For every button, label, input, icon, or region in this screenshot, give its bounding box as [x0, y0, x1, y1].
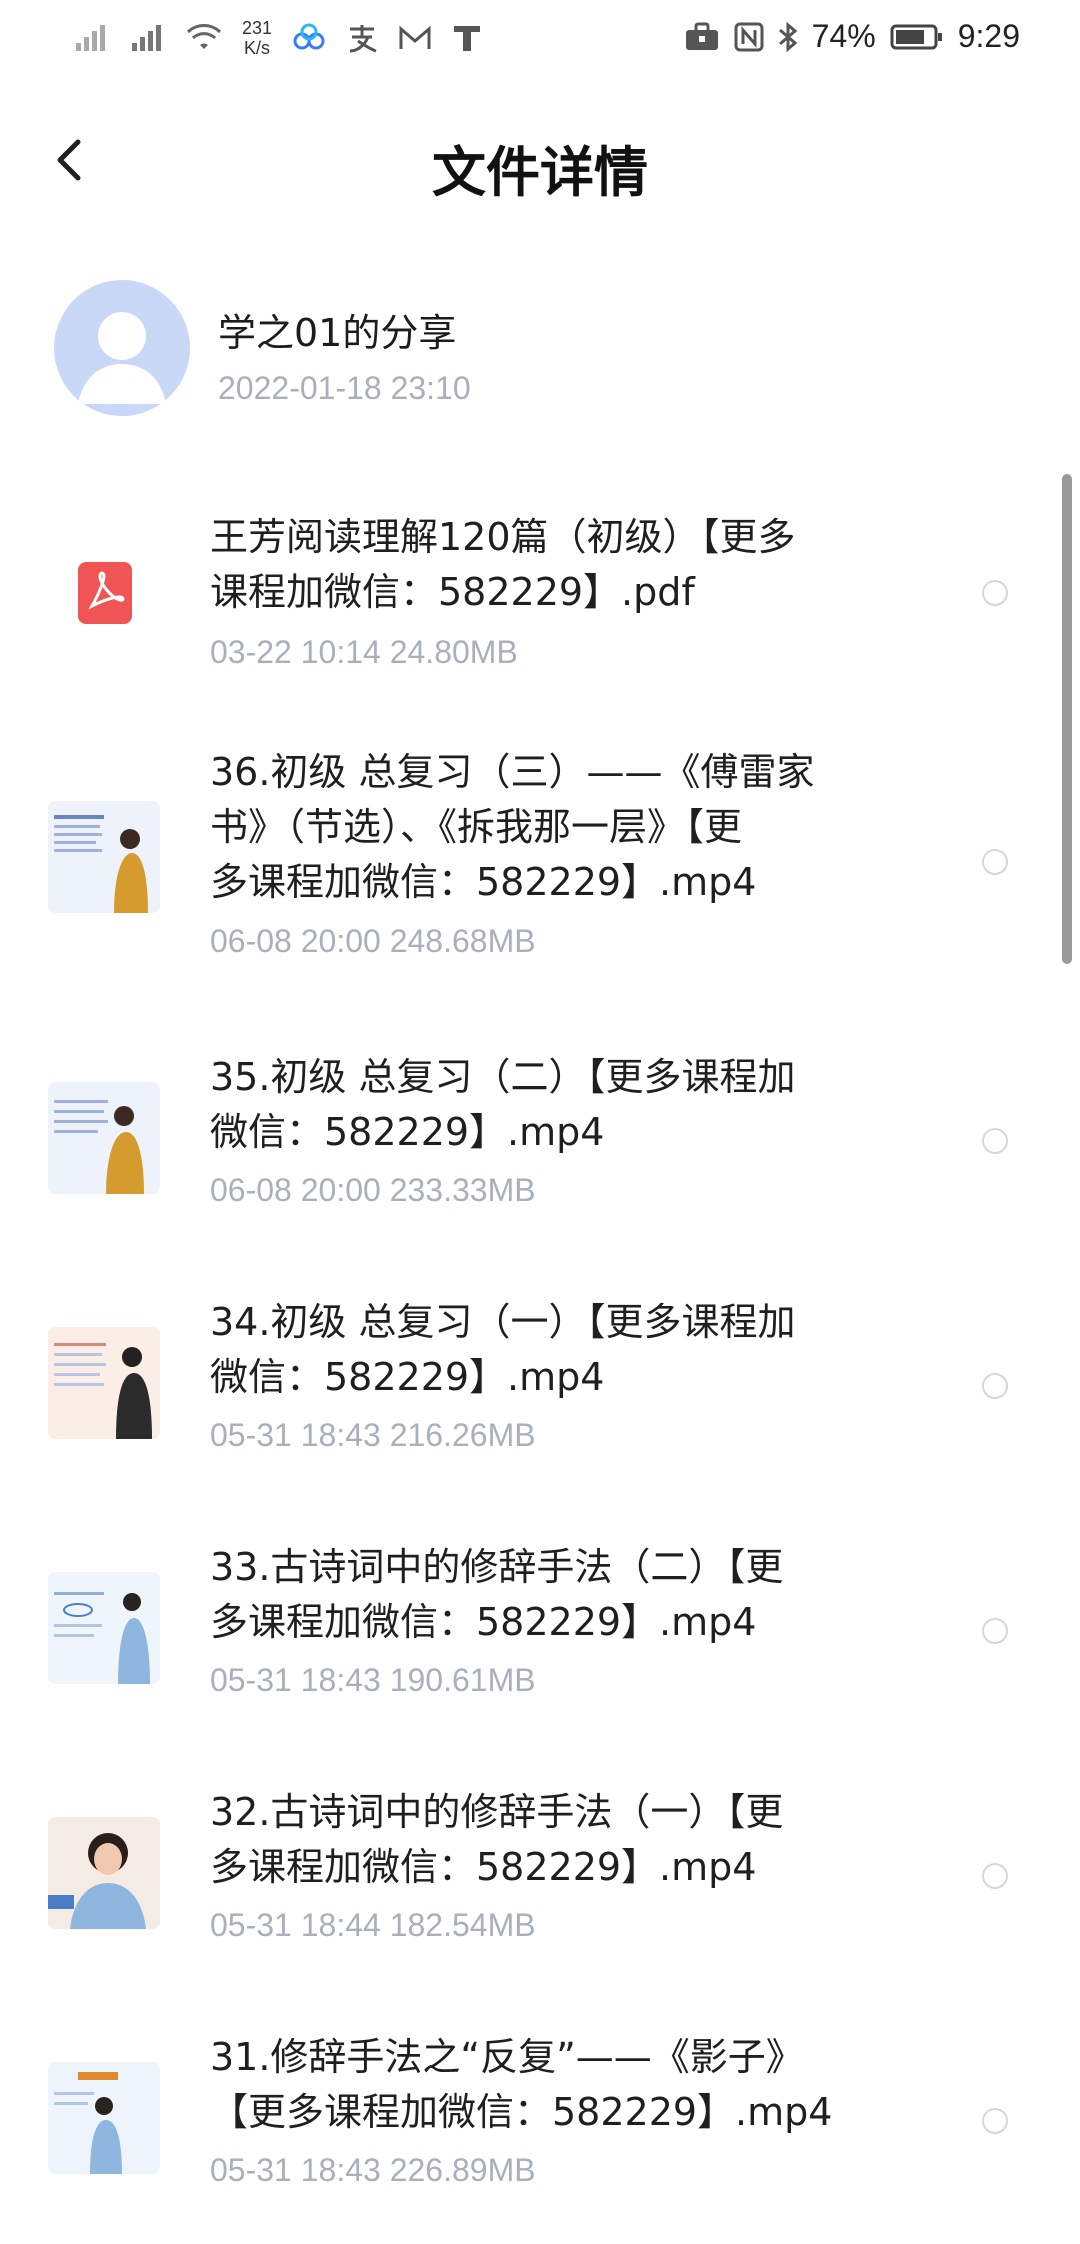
- select-radio[interactable]: [982, 1863, 1008, 1889]
- file-item[interactable]: 31.修辞手法之“反复”——《影子》 【更多课程加微信：582229】.mp4 …: [0, 2030, 1080, 2200]
- select-radio[interactable]: [982, 1373, 1008, 1399]
- video-thumbnail: [48, 801, 160, 913]
- file-item[interactable]: 35.初级 总复习（二）【更多课程加 微信：582229】.mp4 06-08 …: [0, 1050, 1080, 1220]
- file-item[interactable]: 王芳阅读理解120篇（初级）【更多 课程加微信：582229】.pdf 03-2…: [0, 500, 1080, 690]
- sharer-name: 学之01的分享: [218, 311, 457, 355]
- file-name: 33.古诗词中的修辞手法（二）【更 多课程加微信：582229】.mp4: [210, 1545, 784, 1644]
- file-meta: 03-22 10:14 24.80MB: [210, 634, 518, 670]
- select-radio[interactable]: [982, 1618, 1008, 1644]
- file-meta: 05-31 18:44 182.54MB: [210, 1907, 536, 1943]
- file-name: 31.修辞手法之“反复”——《影子》 【更多课程加微信：582229】.mp4: [210, 2035, 833, 2134]
- file-name: 32.古诗词中的修辞手法（一）【更 多课程加微信：582229】.mp4: [210, 1790, 784, 1889]
- avatar[interactable]: [54, 280, 190, 416]
- select-radio[interactable]: [982, 2108, 1008, 2134]
- bluetooth-icon: [778, 21, 798, 53]
- file-name: 王芳阅读理解120篇（初级）【更多 课程加微信：582229】.pdf: [210, 515, 796, 614]
- select-radio[interactable]: [982, 580, 1008, 606]
- file-meta: 06-08 20:00 233.33MB: [210, 1172, 536, 1208]
- file-item[interactable]: 34.初级 总复习（一）【更多课程加 微信：582229】.mp4 05-31 …: [0, 1295, 1080, 1465]
- pdf-icon: [78, 562, 132, 624]
- file-item[interactable]: 36.初级 总复习（三）——《傅雷家 书》（节选）、《拆我那一层》【更 多课程加…: [0, 745, 1080, 975]
- file-name: 36.初级 总复习（三）——《傅雷家 书》（节选）、《拆我那一层》【更 多课程加…: [210, 750, 815, 904]
- file-meta: 05-31 18:43 216.26MB: [210, 1417, 536, 1453]
- network-speed: 231 K/s: [242, 18, 273, 58]
- status-left-icons: 231 K/s: [74, 18, 482, 58]
- mail-icon: [398, 23, 432, 53]
- video-thumbnail: [48, 1572, 160, 1684]
- file-meta: 06-08 20:00 248.68MB: [210, 923, 536, 959]
- file-details-page: 231 K/s 74% 9:29 文件详情 学之01的分享 2022-01-18…: [0, 0, 1080, 2244]
- video-thumbnail: [48, 1082, 160, 1194]
- wifi-icon: [186, 23, 222, 53]
- video-thumbnail: [48, 1327, 160, 1439]
- status-bar: 231 K/s 74% 9:29: [0, 0, 1080, 80]
- file-item[interactable]: 33.古诗词中的修辞手法（二）【更 多课程加微信：582229】.mp4 05-…: [0, 1540, 1080, 1710]
- battery-percent: 74%: [811, 18, 876, 54]
- app-header: 文件详情: [0, 110, 1080, 210]
- select-radio[interactable]: [982, 1128, 1008, 1154]
- nfc-icon: [734, 22, 764, 52]
- status-right-icons: 74% 9:29: [684, 18, 1020, 55]
- video-thumbnail: [48, 1817, 160, 1929]
- battery-icon: [890, 22, 944, 52]
- signal-roaming-icon: [130, 23, 166, 53]
- person-icon: [78, 312, 166, 404]
- file-name: 34.初级 总复习（一）【更多课程加 微信：582229】.mp4: [210, 1300, 796, 1399]
- file-meta: 05-31 18:43 226.89MB: [210, 2152, 536, 2188]
- sharer-info: 学之01的分享 2022-01-18 23:10: [0, 270, 1080, 430]
- file-item[interactable]: 32.古诗词中的修辞手法（一）【更 多课程加微信：582229】.mp4 05-…: [0, 1785, 1080, 1955]
- signal-icon: [74, 23, 110, 53]
- clock: 9:29: [957, 18, 1020, 54]
- file-meta: 05-31 18:43 190.61MB: [210, 1662, 536, 1698]
- share-time: 2022-01-18 23:10: [218, 370, 471, 406]
- select-radio[interactable]: [982, 849, 1008, 875]
- app-cloud-icon: [292, 23, 326, 53]
- text-t-icon: [452, 23, 482, 53]
- alipay-icon: [346, 23, 378, 53]
- page-title: 文件详情: [432, 141, 648, 204]
- video-thumbnail: [48, 2062, 160, 2174]
- file-name: 35.初级 总复习（二）【更多课程加 微信：582229】.mp4: [210, 1055, 796, 1154]
- briefcase-icon: [684, 22, 720, 52]
